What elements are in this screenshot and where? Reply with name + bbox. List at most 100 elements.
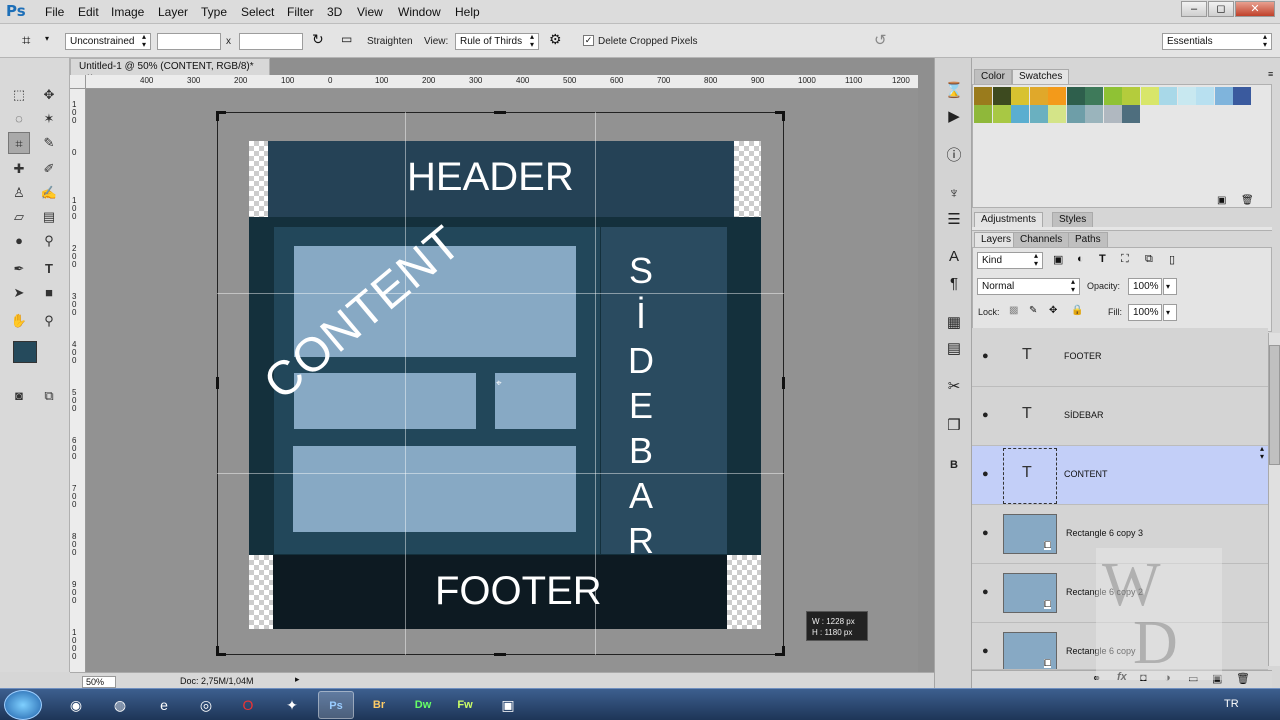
color-swatch[interactable] bbox=[992, 105, 1011, 123]
menu-edit[interactable]: Edit bbox=[78, 5, 99, 19]
tab-color[interactable]: Color bbox=[974, 69, 1012, 84]
filter-smart-icon[interactable]: ⧉ bbox=[1145, 253, 1153, 266]
menu-view[interactable]: View bbox=[357, 5, 383, 19]
lasso-tool-icon[interactable]: ◌ bbox=[8, 108, 30, 130]
history-icon[interactable]: ⌛ bbox=[941, 80, 967, 102]
color-swatch[interactable] bbox=[1214, 87, 1233, 105]
color-swatch[interactable] bbox=[974, 105, 992, 123]
color-swatch[interactable] bbox=[1029, 87, 1048, 105]
menu-file[interactable]: File bbox=[45, 5, 64, 19]
color-swatch[interactable] bbox=[1085, 87, 1103, 105]
brush-settings-icon[interactable]: ☰ bbox=[941, 209, 967, 231]
paragraph-icon[interactable]: ¶ bbox=[941, 273, 967, 295]
tab-layers[interactable]: Layers bbox=[974, 232, 1019, 247]
crop-height-input[interactable] bbox=[239, 33, 303, 50]
pen-tool-icon[interactable]: ✒ bbox=[8, 258, 30, 280]
color-swatch[interactable] bbox=[1011, 87, 1029, 105]
crop-handle-bottom[interactable] bbox=[494, 653, 506, 656]
color-swatch[interactable] bbox=[992, 87, 1011, 105]
photoshop-task-icon[interactable]: Ps bbox=[318, 691, 354, 719]
marquee-tool-icon[interactable]: ⬚ bbox=[8, 84, 30, 106]
notes-task-icon[interactable]: ▣ bbox=[490, 691, 526, 719]
tool-preset-dropdown-icon[interactable]: ▾ bbox=[45, 34, 49, 43]
new-swatch-icon[interactable]: ▣ bbox=[1217, 195, 1226, 206]
chrome-icon[interactable]: ◉ bbox=[58, 691, 94, 719]
fireworks-task-icon[interactable]: Fw bbox=[447, 691, 483, 719]
brush-tool-icon[interactable]: ✐ bbox=[38, 158, 60, 180]
color-swatch[interactable] bbox=[1048, 87, 1066, 105]
gradient-tool-icon[interactable]: ▤ bbox=[38, 206, 60, 228]
shape-tool-icon[interactable]: ■ bbox=[38, 282, 60, 304]
color-swatch[interactable] bbox=[1066, 87, 1085, 105]
dreamweaver-task-icon[interactable]: Dw bbox=[405, 691, 441, 719]
crop-handle-tr[interactable] bbox=[775, 111, 785, 121]
visibility-eye-icon[interactable]: ● bbox=[982, 350, 989, 362]
crop-handle-tl[interactable] bbox=[216, 111, 226, 121]
panel-menu-icon[interactable]: ≡ bbox=[1268, 69, 1273, 79]
fill-input[interactable]: 100% bbox=[1128, 304, 1162, 321]
menu-window[interactable]: Window bbox=[398, 5, 441, 19]
opera-icon[interactable]: O bbox=[230, 691, 266, 719]
color-swatch[interactable] bbox=[1011, 105, 1029, 123]
close-button[interactable]: ✕ bbox=[1235, 1, 1275, 17]
filter-adjustment-icon[interactable]: ◐ bbox=[1077, 253, 1084, 265]
crop-handle-br[interactable] bbox=[775, 646, 785, 656]
blur-tool-icon[interactable]: ● bbox=[8, 230, 30, 252]
visibility-eye-icon[interactable]: ● bbox=[982, 409, 989, 421]
lock-all-icon[interactable]: 🔒 bbox=[1071, 305, 1083, 316]
path-select-tool-icon[interactable]: ➤ bbox=[8, 282, 30, 304]
start-button[interactable] bbox=[4, 690, 42, 720]
minimize-button[interactable]: – bbox=[1181, 1, 1207, 17]
lock-position-icon[interactable]: ✥ bbox=[1049, 305, 1057, 316]
reset-icon[interactable]: ↺ bbox=[874, 31, 887, 49]
opacity-input[interactable]: 100% bbox=[1128, 278, 1162, 295]
layer-comps-icon[interactable]: ▦ bbox=[941, 312, 967, 334]
stamp-tool-icon[interactable]: ♙ bbox=[8, 182, 30, 204]
color-swatch[interactable] bbox=[1140, 87, 1159, 105]
behance-icon[interactable]: B bbox=[941, 454, 967, 476]
tab-channels[interactable]: Channels bbox=[1013, 232, 1070, 247]
lock-image-icon[interactable]: ✎ bbox=[1029, 305, 1037, 316]
zoom-level[interactable]: 50% bbox=[82, 676, 116, 688]
color-swatch[interactable] bbox=[1196, 87, 1214, 105]
delete-cropped-checkbox[interactable]: ✓ bbox=[583, 35, 594, 46]
globe-icon[interactable]: ◎ bbox=[188, 691, 224, 719]
foreground-color-swatch[interactable] bbox=[13, 341, 37, 363]
zoom-tool-icon[interactable]: ⚲ bbox=[38, 310, 60, 332]
opacity-dropdown-icon[interactable]: ▾ bbox=[1163, 278, 1177, 295]
straighten-icon[interactable]: ▭ bbox=[341, 32, 352, 46]
crop-handle-right[interactable] bbox=[782, 377, 785, 389]
hand-tool-icon[interactable]: ✋ bbox=[8, 310, 30, 332]
ie-icon[interactable]: e bbox=[146, 691, 182, 719]
language-indicator[interactable]: TR bbox=[1224, 698, 1239, 710]
menu-help[interactable]: Help bbox=[455, 5, 480, 19]
tab-swatches[interactable]: Swatches bbox=[1012, 69, 1070, 84]
layer-row[interactable]: ● T FOOTER bbox=[972, 328, 1268, 387]
gear-icon[interactable]: ⚙ bbox=[549, 31, 562, 48]
3d-icon[interactable]: ❒ bbox=[941, 415, 967, 437]
fill-dropdown-icon[interactable]: ▾ bbox=[1163, 304, 1177, 321]
eyedropper-tool-icon[interactable]: ✎ bbox=[38, 132, 60, 154]
crop-tool-active-icon[interactable]: ⌗ bbox=[8, 132, 30, 154]
character-icon[interactable]: A bbox=[941, 246, 967, 268]
crop-handle-bl[interactable] bbox=[216, 646, 226, 656]
filter-type-icon[interactable]: T bbox=[1099, 253, 1106, 265]
color-swatch[interactable] bbox=[1066, 105, 1085, 123]
layer-row-selected[interactable]: ● T CONTENT bbox=[972, 445, 1268, 505]
crop-handle-top[interactable] bbox=[494, 111, 506, 114]
browser-icon[interactable]: ✦ bbox=[274, 691, 310, 719]
history-brush-tool-icon[interactable]: ✍ bbox=[38, 182, 60, 204]
color-swatch[interactable] bbox=[1177, 87, 1196, 105]
actions-play-icon[interactable]: ▶ bbox=[941, 106, 967, 128]
filter-toggle-icon[interactable]: ▯ bbox=[1169, 253, 1175, 266]
color-swatch[interactable] bbox=[1122, 105, 1140, 123]
swap-icon[interactable]: ↻ bbox=[312, 31, 324, 48]
color-swatch[interactable] bbox=[974, 87, 992, 105]
menu-layer[interactable]: Layer bbox=[158, 5, 188, 19]
color-swatch[interactable] bbox=[1048, 105, 1066, 123]
menu-3d[interactable]: 3D bbox=[327, 5, 342, 19]
crop-handle-left[interactable] bbox=[216, 377, 219, 389]
visibility-eye-icon[interactable]: ● bbox=[982, 527, 989, 539]
delete-layer-icon[interactable]: 🗑 bbox=[1236, 672, 1250, 685]
filter-pixel-icon[interactable]: ▣ bbox=[1053, 253, 1063, 266]
